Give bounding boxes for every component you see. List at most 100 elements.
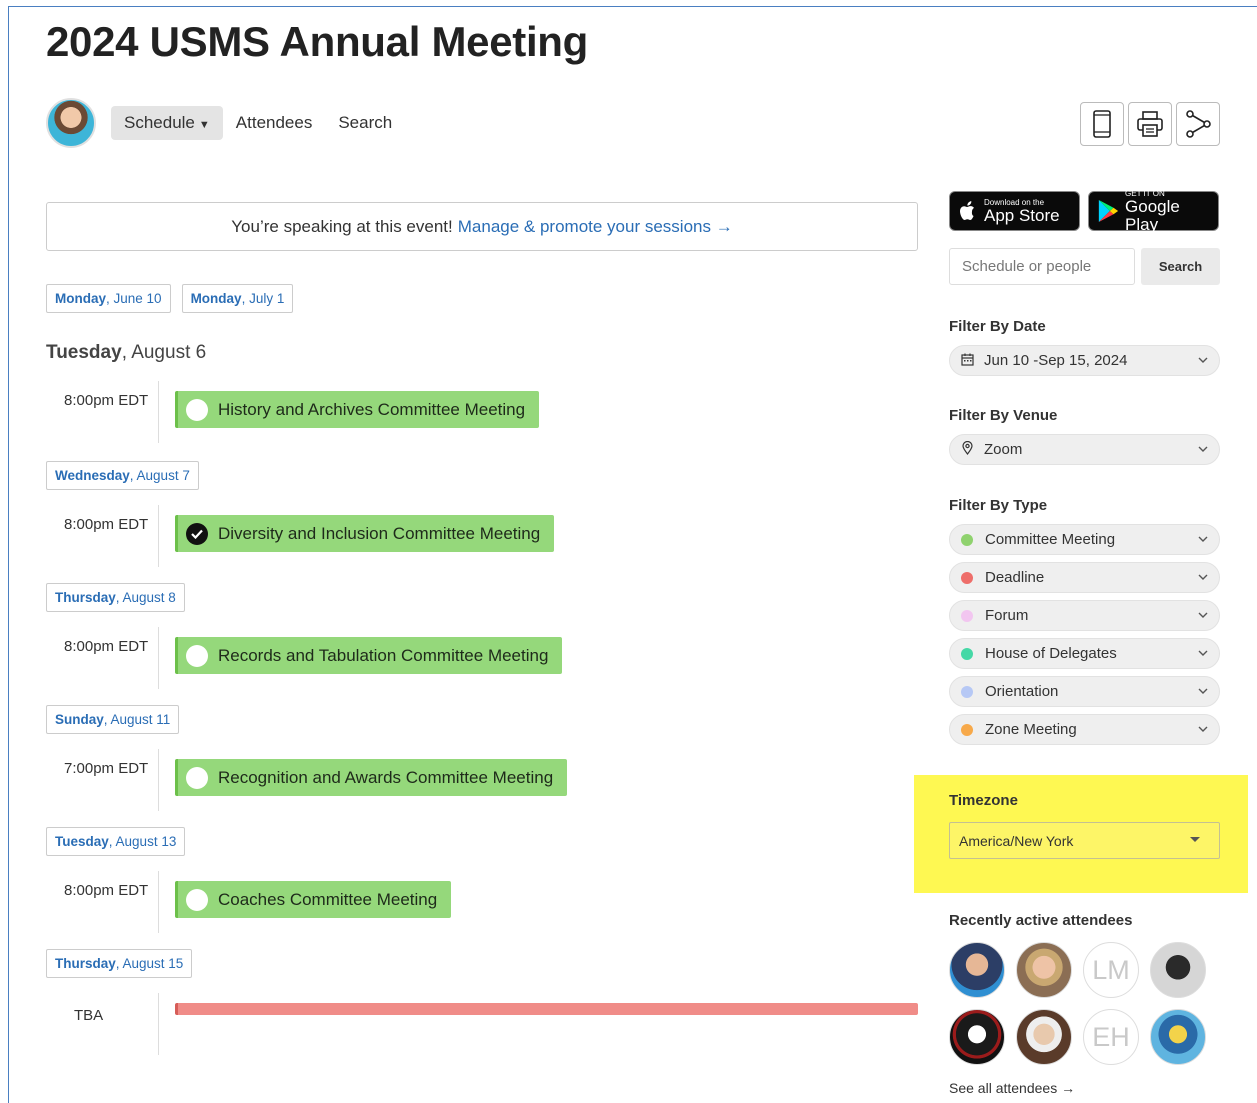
speaker-banner: You’re speaking at this event! Manage & …	[46, 202, 918, 251]
event-pill[interactable]: Records and Tabulation Committee Meeting	[175, 637, 563, 674]
event-title: Recognition and Awards Committee Meeting	[218, 767, 554, 787]
filter-type-zone-meeting[interactable]: Zone Meeting	[949, 714, 1220, 745]
phone-icon	[1093, 110, 1111, 138]
nav-attendees[interactable]: Attendees	[223, 106, 326, 140]
event-pill[interactable]: Diversity and Inclusion Committee Meetin…	[175, 515, 555, 552]
chevron-down-icon	[1198, 574, 1208, 580]
schedule-list: Monday, June 10 Monday, July 1 Tuesday, …	[46, 284, 918, 1055]
mobile-app-button[interactable]	[1080, 102, 1124, 146]
chevron-down-icon	[1198, 650, 1208, 656]
nav-search[interactable]: Search	[325, 106, 405, 140]
event-pill-deadline[interactable]	[175, 1003, 918, 1015]
attend-toggle[interactable]	[186, 888, 208, 911]
filter-type-house-of-delegates[interactable]: House of Delegates	[949, 638, 1220, 669]
filter-type-deadline[interactable]: Deadline	[949, 562, 1220, 593]
filter-type-committee-meeting[interactable]: Committee Meeting	[949, 524, 1220, 555]
event-pill[interactable]: Coaches Committee Meeting	[175, 881, 452, 918]
attendee-avatar[interactable]: EH	[1083, 1009, 1139, 1065]
date-chip[interactable]: Sunday, August 11	[46, 705, 180, 734]
event-time: 8:00pm EDT	[64, 392, 149, 409]
check-icon	[191, 529, 203, 539]
filter-venue-select[interactable]: Zoom	[949, 434, 1220, 465]
filter-date-select[interactable]: Jun 10 -Sep 15, 2024	[949, 345, 1220, 376]
attendee-avatar[interactable]	[949, 942, 1005, 998]
map-pin-icon	[960, 440, 974, 458]
filter-type-orientation[interactable]: Orientation	[949, 676, 1220, 707]
attendee-avatar[interactable]	[949, 1009, 1005, 1065]
type-color-dot	[961, 571, 973, 584]
event-title: History and Archives Committee Meeting	[218, 399, 526, 419]
date-chip-june-10[interactable]: Monday, June 10	[46, 284, 171, 313]
date-chip[interactable]: Thursday, August 8	[46, 583, 185, 612]
day-group: Wednesday, August 7	[46, 461, 918, 490]
event-pill[interactable]: Recognition and Awards Committee Meeting	[175, 759, 568, 796]
type-color-dot	[961, 609, 973, 622]
date-chip-day: Monday	[190, 291, 242, 306]
filter-type-forum[interactable]: Forum	[949, 600, 1220, 631]
filter-type-label: Committee Meeting	[985, 531, 1116, 548]
app-store-badges: Download on the App Store GET IT ON Google…	[949, 189, 1220, 234]
date-chip[interactable]: Thursday, August 15	[46, 949, 193, 978]
share-button[interactable]	[1176, 102, 1220, 146]
event-time: 7:00pm EDT	[64, 760, 149, 777]
event-time: 8:00pm EDT	[64, 882, 149, 899]
search-input[interactable]	[949, 248, 1135, 285]
attend-toggle[interactable]	[186, 522, 208, 545]
filter-date-title: Filter By Date	[949, 318, 1046, 335]
print-button[interactable]	[1128, 102, 1172, 146]
schedule-row: 8:00pm EDT History and Archives Committe…	[46, 381, 918, 443]
current-day-heading: Tuesday, August 6	[46, 342, 918, 364]
attendee-avatar[interactable]	[1150, 1009, 1206, 1065]
google-play-badge[interactable]: GET IT ON Google Play	[1088, 189, 1219, 234]
date-chip-day: Thursday	[55, 590, 116, 605]
date-chip-date: , August 13	[108, 834, 177, 849]
timeline-divider	[158, 749, 159, 811]
date-tabs: Monday, June 10 Monday, July 1	[46, 284, 918, 313]
type-color-dot	[961, 685, 973, 698]
attend-toggle[interactable]	[186, 644, 208, 667]
type-color-dot	[961, 647, 973, 660]
date-chip-date: , August 7	[129, 468, 190, 483]
app-store-badge[interactable]: Download on the App Store	[949, 191, 1080, 231]
date-chip-date: , August 15	[115, 956, 184, 971]
google-play-icon	[1098, 199, 1119, 223]
chevron-down-icon	[1198, 612, 1208, 618]
filter-type-label: Forum	[985, 607, 1029, 624]
google-play-text: GET IT ON Google Play	[1125, 189, 1210, 234]
attend-toggle[interactable]	[186, 398, 208, 421]
attendee-avatar[interactable]	[1016, 942, 1072, 998]
sidebar: Download on the App Store GET IT ON Google…	[949, 189, 1220, 752]
attend-toggle[interactable]	[186, 766, 208, 789]
filter-type-label: Zone Meeting	[985, 721, 1077, 738]
date-chip-date: , June 10	[106, 291, 162, 306]
search-button[interactable]: Search	[1141, 248, 1220, 285]
date-chip-july-1[interactable]: Monday, July 1	[181, 284, 294, 313]
current-day-date: , August 6	[121, 342, 207, 363]
chevron-down-icon	[1198, 446, 1208, 452]
app-store-text: Download on the App Store	[984, 198, 1060, 225]
timeline-divider	[158, 505, 159, 567]
date-chip[interactable]: Tuesday, August 13	[46, 827, 186, 856]
timezone-value: America/New York	[959, 832, 1074, 849]
user-avatar[interactable]	[46, 98, 96, 148]
timeline-divider	[158, 627, 159, 689]
app-store-big: App Store	[984, 205, 1060, 225]
event-pill[interactable]: History and Archives Committee Meeting	[175, 391, 540, 428]
date-chip[interactable]: Wednesday, August 7	[46, 461, 199, 490]
date-chip-date: , August 11	[103, 712, 171, 727]
type-color-dot	[961, 533, 973, 546]
chevron-down-icon	[1198, 536, 1208, 542]
attendee-avatar[interactable]	[1016, 1009, 1072, 1065]
manage-sessions-link[interactable]: Manage & promote your sessions →	[458, 217, 733, 237]
nav-schedule[interactable]: Schedule ▼	[111, 106, 223, 140]
attendee-avatar[interactable]: LM	[1083, 942, 1139, 998]
schedule-row: 8:00pm EDT Coaches Committee Meeting	[46, 871, 918, 933]
attendee-avatar[interactable]	[1150, 942, 1206, 998]
date-chip-date: , August 8	[115, 590, 176, 605]
timezone-select[interactable]: America/New York	[949, 822, 1220, 859]
day-group: Thursday, August 15	[46, 949, 918, 978]
see-all-attendees-link[interactable]: See all attendees →	[949, 1080, 1075, 1096]
schedule-row: 8:00pm EDT Diversity and Inclusion Commi…	[46, 505, 918, 567]
tool-buttons	[1080, 102, 1220, 146]
chevron-down-icon	[1198, 688, 1208, 694]
